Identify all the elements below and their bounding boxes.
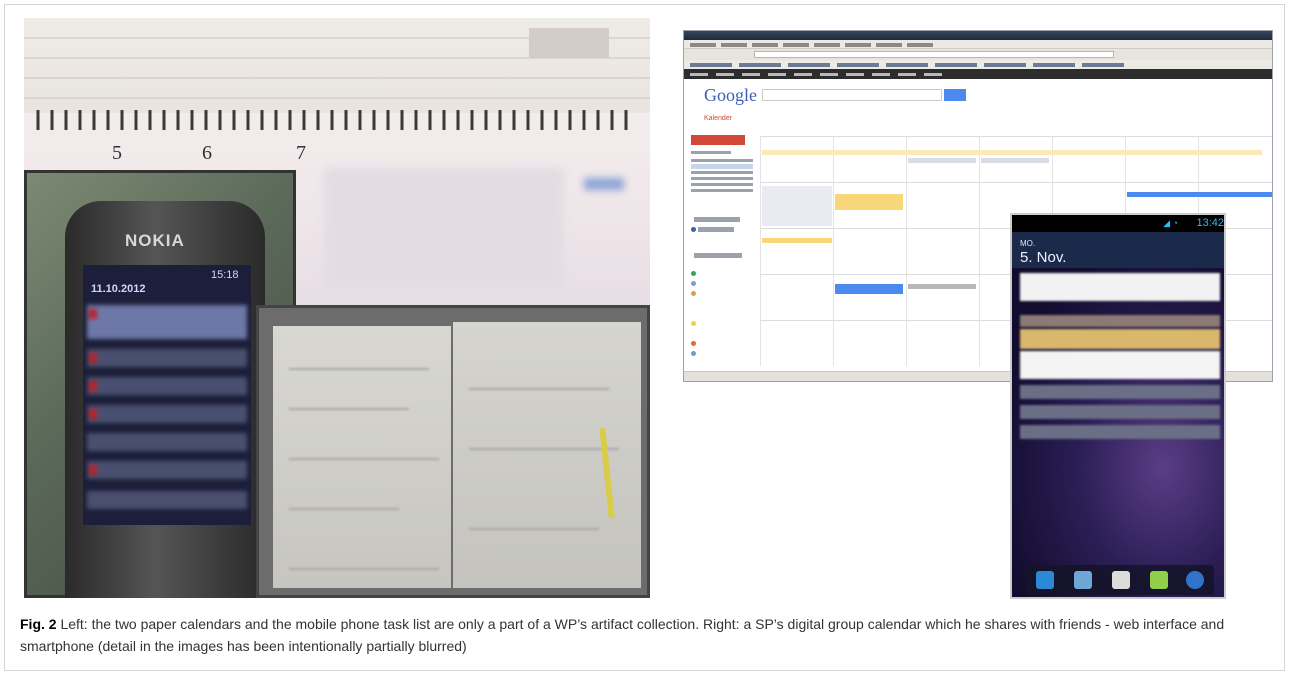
phone-brand: NOKIA (125, 231, 185, 250)
messaging-icon (1150, 571, 1168, 589)
phone-time: 15:18 (211, 269, 239, 281)
blurred-planner-notes (324, 168, 564, 288)
calendar-color-dot (691, 341, 696, 346)
calendar-color-dot (691, 271, 696, 276)
calendar-event (835, 284, 903, 294)
phone-task-row (87, 305, 247, 339)
calendar-event (908, 284, 976, 289)
calendar-color-dot (691, 281, 696, 286)
android-status-bar: ◢ ◔ 13:42 (1012, 215, 1224, 232)
calendar-list-item (694, 217, 740, 222)
browser-url-bar (684, 49, 1272, 60)
planner-day-7: 7 (296, 142, 306, 164)
agenda-weekday: MO. (1020, 239, 1036, 248)
browser-titlebar (684, 31, 1272, 40)
agenda-event (1020, 385, 1220, 399)
agenda-event (1020, 405, 1220, 419)
calendar-color-dot (691, 227, 696, 232)
agenda-event (1020, 425, 1220, 439)
blurred-handwriting (469, 388, 609, 390)
calendar-event (1127, 192, 1272, 197)
status-time: 13:42 (1196, 217, 1224, 229)
google-logo: Google (704, 85, 757, 105)
android-dock (1026, 565, 1214, 595)
planner-day-6: 6 (202, 142, 212, 164)
planner-day-5: 5 (112, 142, 122, 164)
agenda-event (1020, 315, 1220, 327)
blurred-handwriting (469, 528, 599, 530)
agenda-event (1020, 273, 1220, 301)
browser-menubar (684, 40, 1272, 49)
nokia-phone: NOKIA 11.10.2012 15:18 (65, 201, 265, 598)
contacts-icon (1074, 571, 1092, 589)
notebook-right-page (453, 322, 641, 588)
paper-notebook-photo (256, 305, 650, 598)
search-icon (944, 89, 966, 101)
phone-task-row (87, 461, 247, 479)
blurred-handwriting (469, 448, 619, 450)
calendar-event (762, 186, 832, 226)
create-event-button (691, 135, 745, 145)
kalender-title: Kalender (704, 115, 733, 122)
figure-caption-text: Left: the two paper calendars and the mo… (20, 616, 1225, 654)
notebook-left-page (273, 326, 451, 588)
paper-calendars-photo: 5 6 7 NOKIA 11.10.2012 15:18 (24, 18, 650, 598)
figure-caption: Fig. 2 Left: the two paper calendars and… (20, 613, 1270, 657)
calendar-search-input (762, 89, 942, 101)
calendar-color-dot (691, 321, 696, 326)
calendar-event (835, 194, 903, 210)
calendar-list-item (694, 253, 742, 258)
figure-label: Fig. 2 (20, 616, 57, 632)
calendar-event (981, 158, 1049, 163)
phone-task-row (87, 491, 247, 509)
browser-bookmarks-bar (684, 60, 1272, 69)
phone-task-row (87, 433, 247, 451)
spiral-binding (36, 110, 628, 130)
calendar-list-item (698, 227, 734, 232)
agenda-event (1020, 329, 1220, 349)
apps-icon (1112, 571, 1130, 589)
blurred-handwriting (289, 458, 439, 460)
blurred-handwriting (289, 568, 439, 570)
phone-task-list-screen: 11.10.2012 15:18 (83, 265, 251, 525)
agenda-date: 5. Nov. (1020, 249, 1067, 266)
calendar-event (762, 150, 1262, 155)
phone-task-row (87, 349, 247, 367)
google-nav-bar (684, 69, 1272, 79)
signal-icon: ◢ ◔ (1163, 218, 1178, 228)
mini-calendar (691, 151, 753, 192)
phone-icon (1036, 571, 1054, 589)
phone-task-row (87, 377, 247, 395)
agenda-event (1020, 351, 1220, 379)
phone-task-row (87, 405, 247, 423)
calendar-event (908, 158, 976, 163)
phone-date: 11.10.2012 (91, 283, 146, 295)
blurred-handwriting (289, 368, 429, 370)
smartphone-calendar-screenshot: ◢ ◔ 13:42 MO. 5. Nov. (1010, 213, 1226, 599)
calendar-color-dot (691, 291, 696, 296)
planner-grid (24, 28, 650, 99)
browser-icon (1186, 571, 1204, 589)
blurred-blue-mark (584, 178, 624, 190)
blurred-handwriting (289, 408, 409, 410)
calendar-event (762, 238, 832, 243)
google-header: Google (684, 79, 1272, 113)
calendar-color-dot (691, 351, 696, 356)
blurred-handwriting (289, 508, 399, 510)
